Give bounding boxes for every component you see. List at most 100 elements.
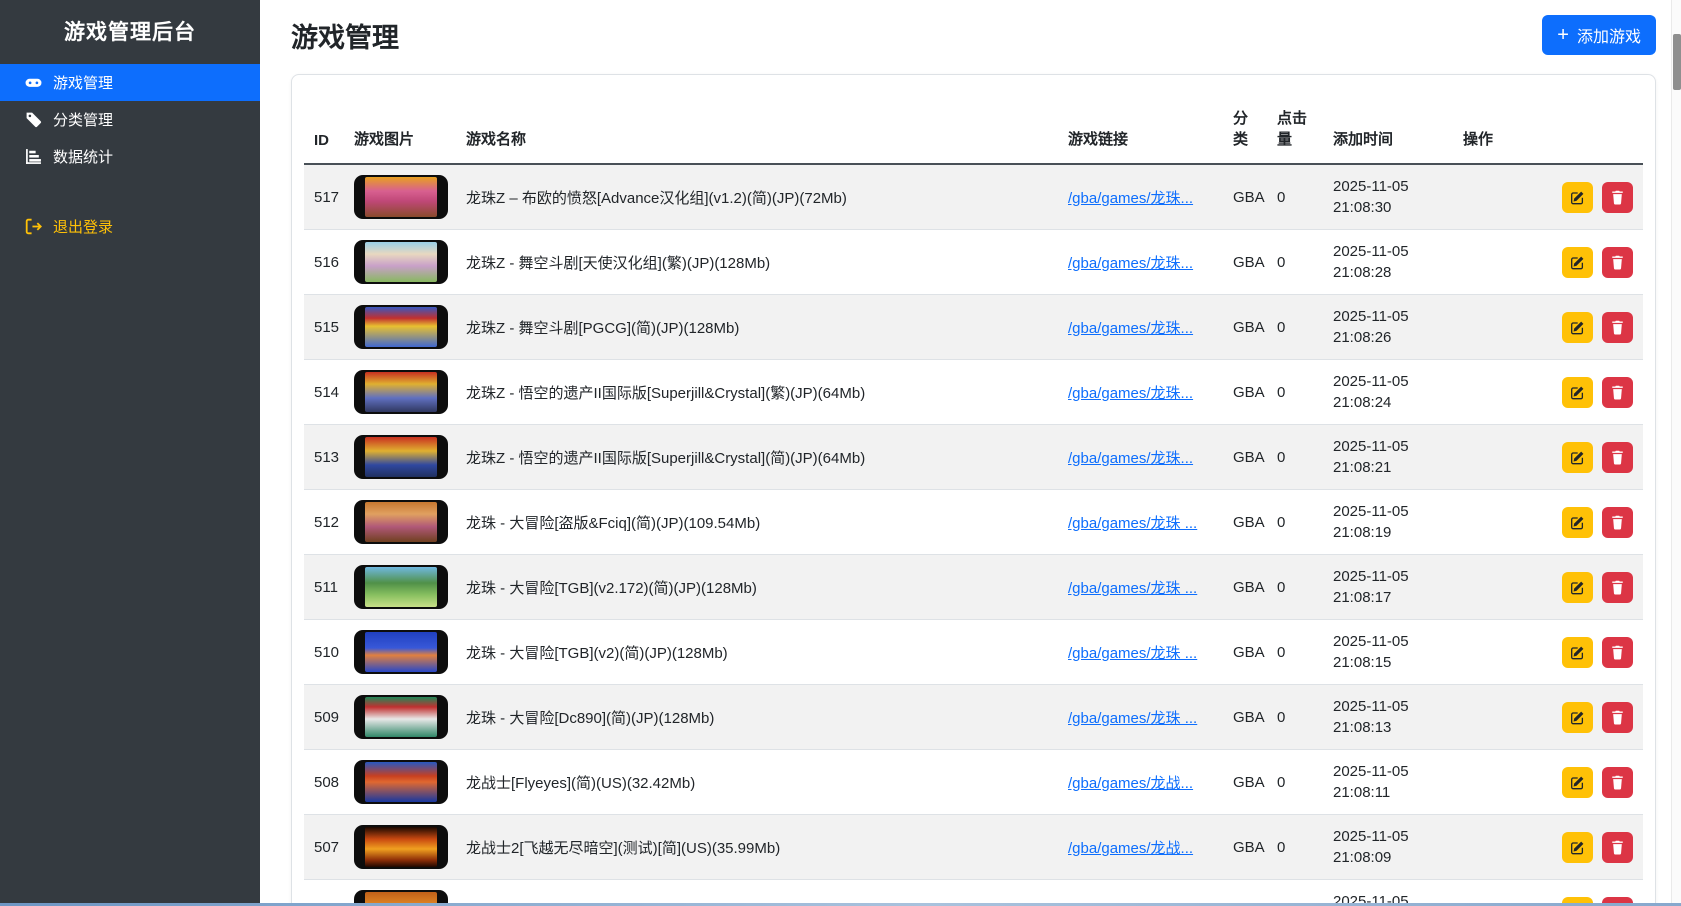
delete-button[interactable] <box>1602 182 1633 213</box>
game-actions <box>1453 555 1643 620</box>
edit-pencil-icon <box>1570 840 1585 855</box>
edit-pencil-icon <box>1570 645 1585 660</box>
game-link-cell: /gba/games/龙珠... <box>1058 360 1223 425</box>
game-link[interactable]: /gba/games/龙珠 ... <box>1068 710 1197 727</box>
table-row: 513 龙珠Z - 悟空的遗产II国际版[Superjill&Crystal](… <box>304 425 1643 490</box>
game-name: 龙珠 - 大冒险[TGB](v2)(简)(JP)(128Mb) <box>456 620 1058 685</box>
edit-button[interactable] <box>1562 377 1593 408</box>
game-image-cell <box>344 750 456 815</box>
game-name: 龙珠 - 大冒险[Dc890](简)(JP)(128Mb) <box>456 685 1058 750</box>
game-actions <box>1453 750 1643 815</box>
delete-button[interactable] <box>1602 442 1633 473</box>
game-link-cell: /gba/games/龙珠 ... <box>1058 490 1223 555</box>
game-clicks: 0 <box>1267 490 1323 555</box>
game-image-cell <box>344 360 456 425</box>
edit-pencil-icon <box>1570 775 1585 790</box>
game-link[interactable]: /gba/games/龙珠... <box>1068 255 1193 272</box>
game-thumbnail-art <box>365 632 437 672</box>
game-clicks: 0 <box>1267 295 1323 360</box>
delete-button[interactable] <box>1602 572 1633 603</box>
delete-button[interactable] <box>1602 832 1633 863</box>
trash-icon <box>1610 645 1625 660</box>
game-image-cell <box>344 295 456 360</box>
trash-icon <box>1610 255 1625 270</box>
game-thumbnail <box>354 305 448 349</box>
game-thumbnail <box>354 500 448 544</box>
edit-button[interactable] <box>1562 767 1593 798</box>
game-added-time: 2025-11-05 21:08:24 <box>1323 360 1453 425</box>
scrollbar-thumb[interactable] <box>1673 34 1681 90</box>
column-header-id: ID <box>304 87 344 164</box>
game-thumbnail-art <box>365 177 437 217</box>
game-actions <box>1453 295 1643 360</box>
game-link[interactable]: /gba/games/龙珠 ... <box>1068 515 1197 532</box>
game-thumbnail-art <box>365 567 437 607</box>
game-thumbnail-art <box>365 502 437 542</box>
game-link[interactable]: /gba/games/龙珠... <box>1068 450 1193 467</box>
edit-button[interactable] <box>1562 312 1593 343</box>
delete-button[interactable] <box>1602 377 1633 408</box>
game-thumbnail <box>354 240 448 284</box>
delete-button[interactable] <box>1602 507 1633 538</box>
delete-button[interactable] <box>1602 247 1633 278</box>
game-link[interactable]: /gba/games/龙珠 ... <box>1068 645 1197 662</box>
table-row: 507 龙战士2[飞越无尽暗空](测试)[简](US)(35.99Mb) /gb… <box>304 815 1643 880</box>
game-clicks: 0 <box>1267 815 1323 880</box>
bar-chart-icon <box>24 148 42 166</box>
game-link[interactable]: /gba/games/龙珠... <box>1068 385 1193 402</box>
game-category: GBA <box>1223 815 1267 880</box>
sidebar-item-games[interactable]: 游戏管理 <box>0 64 260 101</box>
edit-button[interactable] <box>1562 637 1593 668</box>
game-link[interactable]: /gba/games/龙珠... <box>1068 190 1193 207</box>
game-added-time: 2025-11-05 21:08:19 <box>1323 490 1453 555</box>
edit-button[interactable] <box>1562 832 1593 863</box>
game-clicks: 0 <box>1267 425 1323 490</box>
table-row: 509 龙珠 - 大冒险[Dc890](简)(JP)(128Mb) /gba/g… <box>304 685 1643 750</box>
game-link[interactable]: /gba/games/龙珠 ... <box>1068 580 1197 597</box>
game-added-time: 2025-11-05 21:08:11 <box>1323 750 1453 815</box>
game-actions <box>1453 230 1643 295</box>
game-category: GBA <box>1223 230 1267 295</box>
game-name: 龙珠Z - 悟空的遗产II国际版[Superjill&Crystal](繁)(J… <box>456 360 1058 425</box>
game-thumbnail-art <box>365 372 437 412</box>
sidebar-item-statistics[interactable]: 数据统计 <box>0 138 260 175</box>
game-thumbnail <box>354 435 448 479</box>
edit-button[interactable] <box>1562 247 1593 278</box>
delete-button[interactable] <box>1602 312 1633 343</box>
game-id: 517 <box>304 164 344 230</box>
game-link[interactable]: /gba/games/龙战... <box>1068 840 1193 857</box>
vertical-scrollbar[interactable] <box>1671 0 1681 906</box>
game-name: 龙珠Z – 布欧的愤怒[Advance汉化组](v1.2)(简)(JP)(72M… <box>456 164 1058 230</box>
game-added-time: 2025-11-05 21:08:30 <box>1323 164 1453 230</box>
app-title: 游戏管理后台 <box>0 0 260 62</box>
sidebar-item-categories[interactable]: 分类管理 <box>0 101 260 138</box>
game-link-cell: /gba/games/龙珠 ... <box>1058 555 1223 620</box>
game-id: 511 <box>304 555 344 620</box>
game-image-cell <box>344 230 456 295</box>
game-link[interactable]: /gba/games/龙战... <box>1068 775 1193 792</box>
add-game-button[interactable]: + 添加游戏 <box>1542 15 1656 55</box>
edit-button[interactable] <box>1562 442 1593 473</box>
edit-button[interactable] <box>1562 702 1593 733</box>
game-thumbnail <box>354 565 448 609</box>
game-name: 龙珠Z - 舞空斗剧[PGCG](简)(JP)(128Mb) <box>456 295 1058 360</box>
game-image-cell <box>344 425 456 490</box>
delete-button[interactable] <box>1602 702 1633 733</box>
game-added-time: 2025-11-05 21:08:15 <box>1323 620 1453 685</box>
game-link[interactable]: /gba/games/龙珠... <box>1068 320 1193 337</box>
delete-button[interactable] <box>1602 767 1633 798</box>
edit-button[interactable] <box>1562 572 1593 603</box>
game-category: GBA <box>1223 164 1267 230</box>
game-clicks: 0 <box>1267 164 1323 230</box>
game-clicks: 0 <box>1267 360 1323 425</box>
game-actions <box>1453 685 1643 750</box>
game-thumbnail <box>354 760 448 804</box>
game-actions <box>1453 490 1643 555</box>
edit-button[interactable] <box>1562 507 1593 538</box>
game-thumbnail <box>354 825 448 869</box>
delete-button[interactable] <box>1602 637 1633 668</box>
game-link-cell: /gba/games/龙珠 ... <box>1058 685 1223 750</box>
game-actions <box>1453 815 1643 880</box>
edit-button[interactable] <box>1562 182 1593 213</box>
sidebar-item-logout[interactable]: 退出登录 <box>0 208 260 245</box>
